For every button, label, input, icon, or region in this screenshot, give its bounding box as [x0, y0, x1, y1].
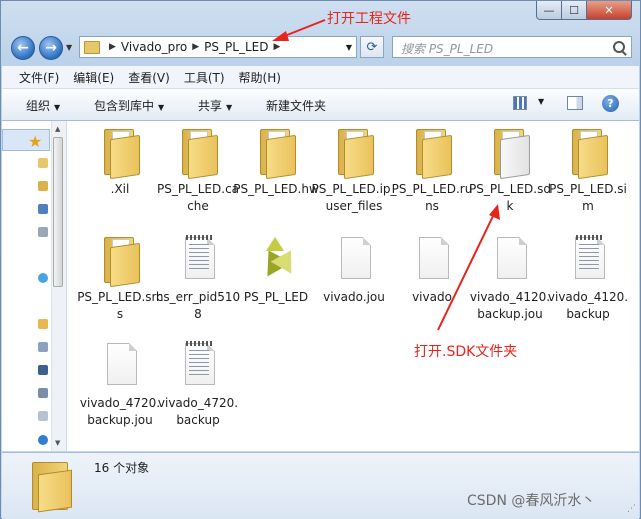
arrow-to-sdk-icon [437, 213, 495, 331]
arrow-head [272, 31, 289, 41]
annotation-arrows [272, 19, 500, 331]
arrow-to-address-icon [281, 19, 326, 38]
arrow-head [489, 204, 500, 220]
